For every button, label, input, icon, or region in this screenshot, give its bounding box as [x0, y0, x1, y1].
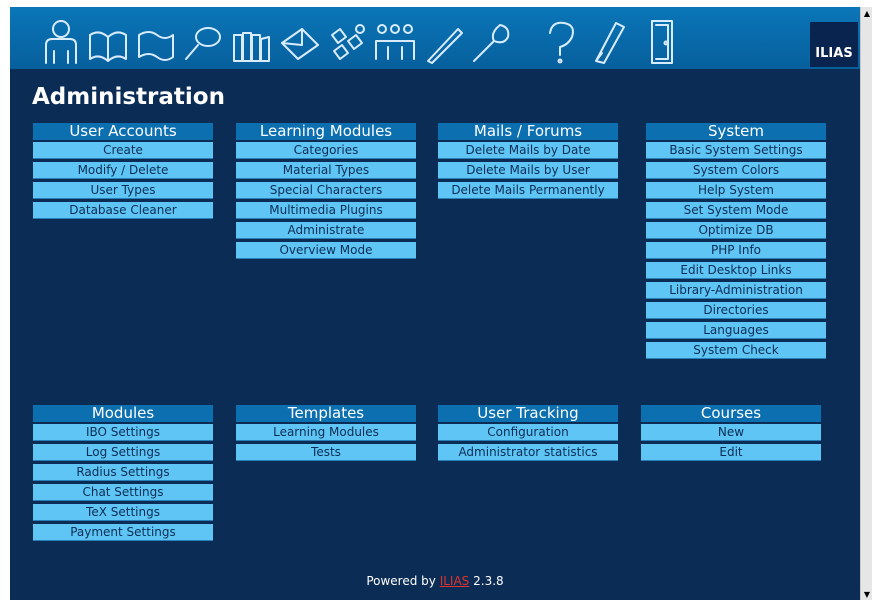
- log-settings-link[interactable]: Log Settings: [33, 444, 213, 461]
- database-cleaner-link[interactable]: Database Cleaner: [33, 202, 213, 219]
- logo-text: ILIAS: [815, 46, 853, 61]
- tools-wrench-icon[interactable]: [470, 15, 512, 65]
- ilias-link[interactable]: ILIAS: [440, 574, 470, 588]
- delete-mails-by-date-link[interactable]: Delete Mails by Date: [438, 142, 618, 159]
- mail-envelope-icon[interactable]: [278, 15, 320, 65]
- php-info-link[interactable]: PHP Info: [646, 242, 826, 259]
- template-learning-modules-link[interactable]: Learning Modules: [236, 424, 416, 441]
- section-title: Mails / Forums: [438, 123, 618, 140]
- help-question-icon[interactable]: [540, 15, 582, 65]
- categories-link[interactable]: Categories: [236, 142, 416, 159]
- languages-link[interactable]: Languages: [646, 322, 826, 339]
- tracking-configuration-link[interactable]: Configuration: [438, 424, 618, 441]
- section-templates: Templates Learning Modules Tests: [236, 405, 416, 464]
- main-frame: ILIAS Administration User Accounts Creat…: [10, 7, 860, 600]
- footer: Powered by ILIAS 2.3.8: [10, 574, 860, 588]
- search-magnifier-icon[interactable]: [182, 15, 224, 65]
- library-administration-link[interactable]: Library-Administration: [646, 282, 826, 299]
- section-modules: Modules IBO Settings Log Settings Radius…: [33, 405, 213, 544]
- section-system: System Basic System Settings System Colo…: [646, 123, 826, 362]
- template-tests-link[interactable]: Tests: [236, 444, 416, 461]
- radius-settings-link[interactable]: Radius Settings: [33, 464, 213, 481]
- section-title: Courses: [641, 405, 821, 422]
- system-colors-link[interactable]: System Colors: [646, 162, 826, 179]
- administrate-link[interactable]: Administrate: [236, 222, 416, 239]
- logout-door-icon[interactable]: [642, 15, 684, 65]
- system-check-link[interactable]: System Check: [646, 342, 826, 359]
- chat-settings-link[interactable]: Chat Settings: [33, 484, 213, 501]
- administrator-statistics-link[interactable]: Administrator statistics: [438, 444, 618, 461]
- footer-version: 2.3.8: [473, 574, 504, 588]
- special-characters-link[interactable]: Special Characters: [236, 182, 416, 199]
- directories-link[interactable]: Directories: [646, 302, 826, 319]
- top-navigation-bar: ILIAS: [10, 7, 860, 69]
- editor-pen-icon[interactable]: [422, 15, 464, 65]
- personal-desktop-icon[interactable]: [40, 15, 82, 65]
- footer-prefix: Powered by: [366, 574, 436, 588]
- basic-system-settings-link[interactable]: Basic System Settings: [646, 142, 826, 159]
- vertical-scrollbar[interactable]: ▲ ▼: [860, 7, 872, 600]
- section-title: System: [646, 123, 826, 140]
- ilias-logo: ILIAS: [810, 22, 858, 67]
- new-course-link[interactable]: New: [641, 424, 821, 441]
- ibo-settings-link[interactable]: IBO Settings: [33, 424, 213, 441]
- scroll-up-arrow-icon[interactable]: ▲: [861, 7, 872, 19]
- users-icon[interactable]: [374, 15, 416, 65]
- set-system-mode-link[interactable]: Set System Mode: [646, 202, 826, 219]
- feedback-pencil-icon[interactable]: [588, 15, 630, 65]
- section-title: Learning Modules: [236, 123, 416, 140]
- section-mails-forums: Mails / Forums Delete Mails by Date Dele…: [438, 123, 618, 202]
- scroll-down-arrow-icon[interactable]: ▼: [861, 588, 872, 600]
- flag-icon[interactable]: [135, 15, 177, 65]
- delete-mails-by-user-link[interactable]: Delete Mails by User: [438, 162, 618, 179]
- create-user-link[interactable]: Create: [33, 142, 213, 159]
- modify-delete-user-link[interactable]: Modify / Delete: [33, 162, 213, 179]
- tex-settings-link[interactable]: TeX Settings: [33, 504, 213, 521]
- section-title: Templates: [236, 405, 416, 422]
- payment-settings-link[interactable]: Payment Settings: [33, 524, 213, 541]
- edit-desktop-links-link[interactable]: Edit Desktop Links: [646, 262, 826, 279]
- delete-mails-permanently-link[interactable]: Delete Mails Permanently: [438, 182, 618, 199]
- library-books-icon[interactable]: [230, 15, 272, 65]
- material-types-link[interactable]: Material Types: [236, 162, 416, 179]
- section-user-tracking: User Tracking Configuration Administrato…: [438, 405, 618, 464]
- section-title: User Accounts: [33, 123, 213, 140]
- groups-puzzle-icon[interactable]: [326, 15, 368, 65]
- section-learning-modules: Learning Modules Categories Material Typ…: [236, 123, 416, 262]
- edit-course-link[interactable]: Edit: [641, 444, 821, 461]
- section-user-accounts: User Accounts Create Modify / Delete Use…: [33, 123, 213, 222]
- user-types-link[interactable]: User Types: [33, 182, 213, 199]
- learning-book-icon[interactable]: [87, 15, 129, 65]
- optimize-db-link[interactable]: Optimize DB: [646, 222, 826, 239]
- section-courses: Courses New Edit: [641, 405, 821, 464]
- multimedia-plugins-link[interactable]: Multimedia Plugins: [236, 202, 416, 219]
- help-system-link[interactable]: Help System: [646, 182, 826, 199]
- overview-mode-link[interactable]: Overview Mode: [236, 242, 416, 259]
- section-title: User Tracking: [438, 405, 618, 422]
- page-title: Administration: [32, 84, 225, 110]
- section-title: Modules: [33, 405, 213, 422]
